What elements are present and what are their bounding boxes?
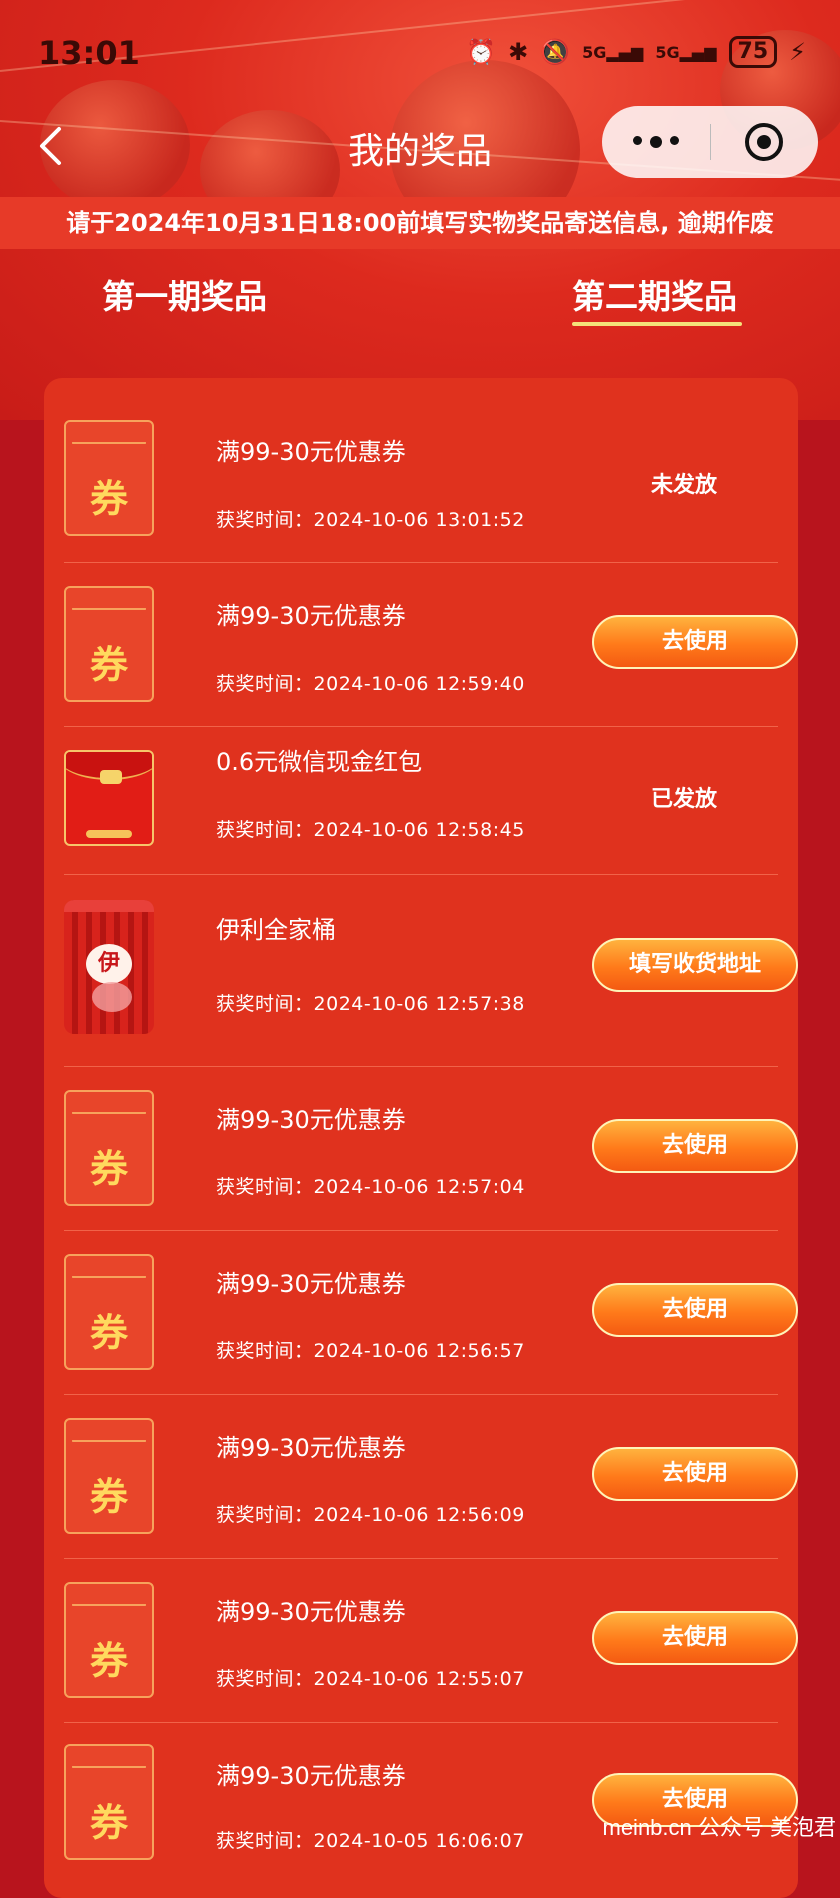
prize-time: 获奖时间：2024-10-05 16:06:07: [216, 1830, 525, 1852]
signal-5g-icon: 5G▂▄▆: [582, 42, 644, 62]
prize-name: 满99-30元优惠券: [216, 1270, 406, 1298]
dot-icon: [649, 136, 662, 148]
prize-name: 伊利全家桶: [216, 916, 336, 944]
prize-name: 0.6元微信现金红包: [216, 748, 423, 776]
charging-icon: ⚡: [789, 38, 806, 66]
prize-name: 满99-30元优惠券: [216, 1762, 406, 1790]
fill-address-button[interactable]: 填写收货地址: [592, 938, 798, 992]
prize-name: 满99-30元优惠券: [216, 1598, 406, 1626]
prize-time: 获奖时间：2024-10-06 12:59:40: [216, 673, 525, 695]
prize-status: 未发放: [650, 473, 717, 498]
nav-bar: 我的奖品: [0, 104, 840, 192]
coupon-icon: 券: [64, 420, 154, 536]
status-time: 13:01: [38, 34, 140, 72]
mini-program-capsule: [602, 106, 818, 178]
prize-row: 券 满99-30元优惠券 获奖时间：2024-10-06 12:59:40 去使…: [64, 562, 798, 727]
use-coupon-button[interactable]: 去使用: [592, 1611, 798, 1665]
prize-time: 获奖时间：2024-10-06 12:56:09: [216, 1504, 525, 1526]
red-envelope-icon: [64, 750, 154, 846]
prize-name: 满99-30元优惠券: [216, 1434, 406, 1462]
prize-time: 获奖时间：2024-10-06 13:01:52: [216, 509, 525, 531]
battery-icon: 75: [728, 36, 778, 68]
coupon-icon: 券: [64, 1090, 154, 1206]
prize-row: 券 满99-30元优惠券 获奖时间：2024-10-06 12:56:57 去使…: [64, 1230, 798, 1395]
coupon-icon: 券: [64, 1744, 154, 1860]
prize-row: 券 满99-30元优惠券 获奖时间：2024-10-06 12:56:09 去使…: [64, 1394, 798, 1559]
milk-bucket-image: 伊: [64, 900, 154, 1034]
status-icons: ⏰ ✱ 🔕 5G▂▄▆ 5G▂▄▆ 75 ⚡: [466, 36, 806, 68]
status-bar: 13:01 ⏰ ✱ 🔕 5G▂▄▆ 5G▂▄▆ 75 ⚡: [0, 0, 840, 104]
prize-name: 满99-30元优惠券: [216, 602, 406, 630]
use-coupon-button[interactable]: 去使用: [592, 615, 798, 669]
use-coupon-button[interactable]: 去使用: [592, 1119, 798, 1173]
mute-icon: 🔕: [540, 38, 571, 66]
alarm-icon: ⏰: [466, 38, 497, 66]
tab-period-2[interactable]: 第二期奖品: [572, 270, 737, 318]
prize-row: 券 满99-30元优惠券 获奖时间：2024-10-06 12:57:04 去使…: [64, 1066, 798, 1231]
prize-status: 已发放: [650, 787, 717, 812]
prize-time: 获奖时间：2024-10-06 12:58:45: [216, 819, 525, 841]
bluetooth-icon: ✱: [508, 38, 529, 66]
tab-period-1[interactable]: 第一期奖品: [102, 270, 267, 318]
active-tab-indicator: [572, 322, 742, 326]
coupon-icon: 券: [64, 586, 154, 702]
prize-name: 满99-30元优惠券: [216, 1106, 406, 1134]
prize-time: 获奖时间：2024-10-06 12:56:57: [216, 1340, 525, 1362]
more-button[interactable]: [602, 136, 710, 148]
prize-time: 获奖时间：2024-10-06 12:57:38: [216, 993, 525, 1015]
prize-row: 伊 伊利全家桶 获奖时间：2024-10-06 12:57:38 填写收货地址: [64, 874, 798, 1067]
use-coupon-button[interactable]: 去使用: [592, 1283, 798, 1337]
prize-time: 获奖时间：2024-10-06 12:57:04: [216, 1176, 525, 1198]
dot-icon: [632, 136, 642, 145]
close-mini-program-button[interactable]: [711, 121, 819, 163]
deadline-notice: 请于2024年10月31日18:00前填写实物奖品寄送信息, 逾期作废: [0, 197, 840, 249]
signal-5g-icon: 5G▂▄▆: [655, 42, 717, 62]
use-coupon-button[interactable]: 去使用: [592, 1447, 798, 1501]
prize-time: 获奖时间：2024-10-06 12:55:07: [216, 1668, 525, 1690]
target-icon: [745, 123, 784, 161]
coupon-icon: 券: [64, 1254, 154, 1370]
dot-icon: [669, 136, 679, 145]
prize-row: 0.6元微信现金红包 获奖时间：2024-10-06 12:58:45 已发放: [64, 726, 778, 875]
prize-name: 满99-30元优惠券: [216, 438, 406, 466]
prize-list: 券 满99-30元优惠券 获奖时间：2024-10-06 13:01:52 未发…: [44, 378, 798, 1898]
coupon-icon: 券: [64, 1418, 154, 1534]
prize-row: 券 满99-30元优惠券 获奖时间：2024-10-06 12:55:07 去使…: [64, 1558, 798, 1723]
prize-row: 券 满99-30元优惠券 获奖时间：2024-10-06 13:01:52 未发…: [64, 378, 778, 563]
prize-row: 券 满99-30元优惠券 获奖时间：2024-10-05 16:06:07 去使…: [64, 1722, 798, 1886]
watermark: meinb.cn 公众号 美泡君: [602, 1815, 837, 1840]
coupon-icon: 券: [64, 1582, 154, 1698]
